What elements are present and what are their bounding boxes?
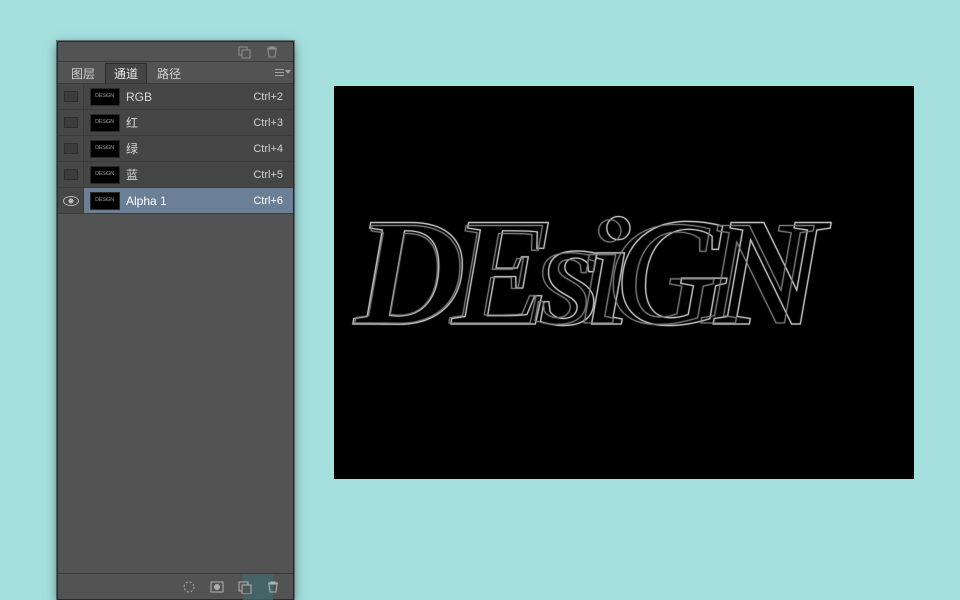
- channel-list: RGBCtrl+2红Ctrl+3绿Ctrl+4蓝Ctrl+5Alpha 1Ctr…: [58, 84, 293, 573]
- channel-row-0[interactable]: RGBCtrl+2: [58, 84, 293, 110]
- visibility-toggle[interactable]: [58, 162, 84, 187]
- channel-name: RGB: [126, 90, 253, 104]
- channel-name: 绿: [126, 140, 253, 157]
- tab-paths[interactable]: 路径: [148, 63, 190, 83]
- channels-panel: 图层 通道 路径 RGBCtrl+2红Ctrl+3绿Ctrl+4蓝Ctrl+5A…: [57, 41, 294, 600]
- trash-icon[interactable]: [265, 45, 279, 59]
- channel-thumbnail: [90, 88, 120, 106]
- visibility-toggle[interactable]: [58, 136, 84, 161]
- visibility-toggle[interactable]: [58, 188, 84, 213]
- channel-thumbnail: [90, 166, 120, 184]
- overlap-squares-icon[interactable]: [237, 45, 251, 59]
- channel-thumbnail: [90, 140, 120, 158]
- eye-empty-icon: [64, 91, 78, 102]
- channel-row-2[interactable]: 绿Ctrl+4: [58, 136, 293, 162]
- channel-name: 红: [126, 114, 253, 131]
- delete-channel-icon[interactable]: [265, 580, 281, 594]
- load-selection-icon[interactable]: [181, 580, 197, 594]
- channel-name: 蓝: [126, 166, 253, 183]
- channel-thumbnail: [90, 114, 120, 132]
- tab-layers[interactable]: 图层: [62, 63, 104, 83]
- new-channel-icon[interactable]: [237, 580, 253, 594]
- artwork-text-outline: DEsiGN DEsiGN: [354, 195, 894, 350]
- panel-tabs: 图层 通道 路径: [58, 62, 293, 84]
- eye-empty-icon: [64, 169, 78, 180]
- channel-shortcut: Ctrl+3: [253, 117, 283, 129]
- eye-empty-icon: [64, 143, 78, 154]
- channel-row-3[interactable]: 蓝Ctrl+5: [58, 162, 293, 188]
- channel-shortcut: Ctrl+5: [253, 169, 283, 181]
- panel-menu-icon[interactable]: [275, 65, 289, 79]
- eye-empty-icon: [64, 117, 78, 128]
- visibility-toggle[interactable]: [58, 110, 84, 135]
- channel-row-1[interactable]: 红Ctrl+3: [58, 110, 293, 136]
- save-selection-icon[interactable]: [209, 580, 225, 594]
- panel-bottom-bar: [58, 573, 293, 599]
- channel-shortcut: Ctrl+6: [253, 195, 283, 207]
- visibility-toggle[interactable]: [58, 84, 84, 109]
- eye-icon: [63, 196, 79, 206]
- tab-channels[interactable]: 通道: [105, 63, 147, 83]
- channel-name: Alpha 1: [126, 194, 253, 208]
- channel-thumbnail: [90, 192, 120, 210]
- channel-shortcut: Ctrl+2: [253, 91, 283, 103]
- panel-top-strip: [58, 42, 293, 62]
- channel-shortcut: Ctrl+4: [253, 143, 283, 155]
- channel-row-4[interactable]: Alpha 1Ctrl+6: [58, 188, 293, 214]
